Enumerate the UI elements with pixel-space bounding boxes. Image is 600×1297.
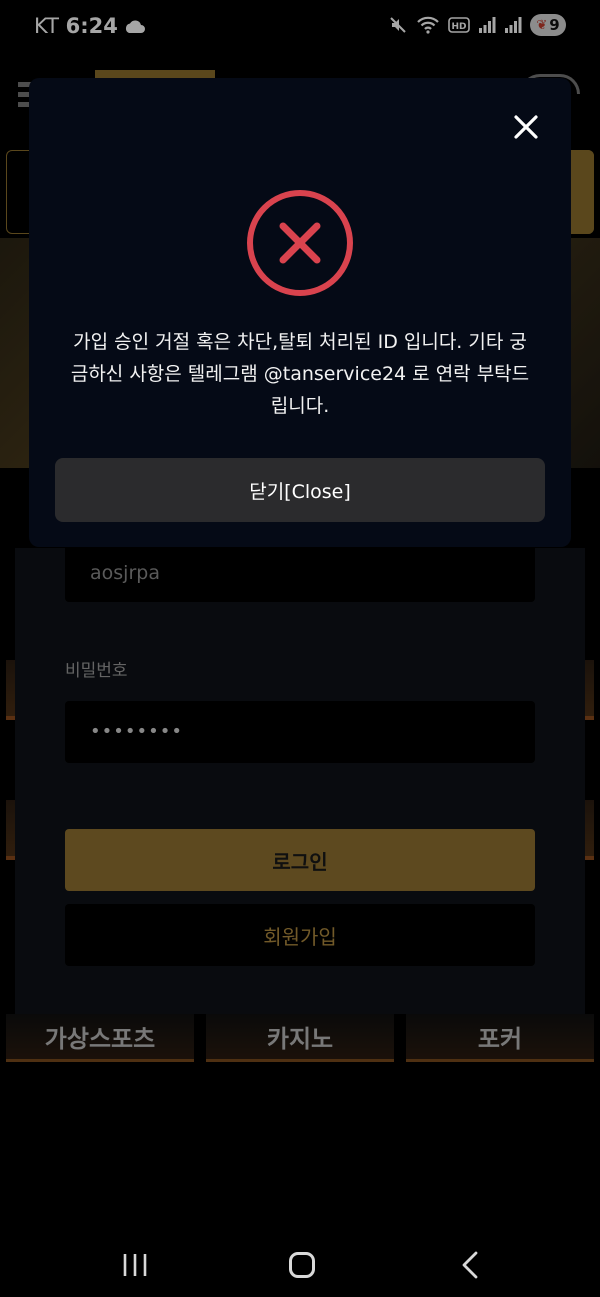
close-icon[interactable] xyxy=(511,112,541,142)
recent-apps-icon[interactable] xyxy=(122,1252,148,1278)
close-button[interactable]: 닫기[Close] xyxy=(55,458,545,522)
error-x-circle-icon xyxy=(247,190,353,296)
home-icon[interactable] xyxy=(289,1252,315,1278)
error-message: 가입 승인 거절 혹은 차단,탈퇴 처리된 ID 입니다. 기타 궁금하신 사항… xyxy=(70,331,530,417)
back-icon[interactable] xyxy=(458,1250,484,1280)
error-dialog: 가입 승인 거절 혹은 차단,탈퇴 처리된 ID 입니다. 기타 궁금하신 사항… xyxy=(29,78,571,547)
